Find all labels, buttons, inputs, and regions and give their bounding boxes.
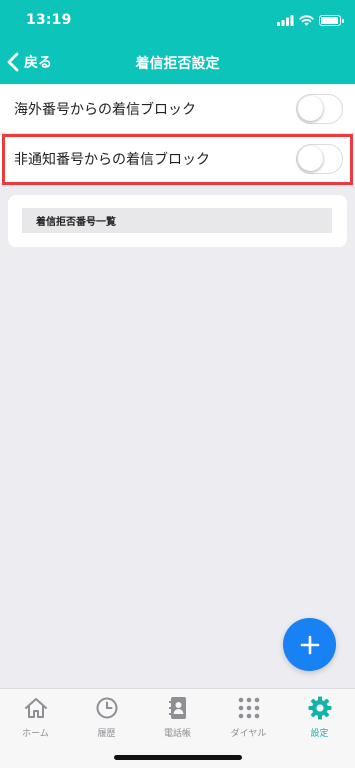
overseas-block-label: 海外番号からの着信ブロック — [14, 102, 196, 118]
gear-icon — [308, 696, 331, 720]
overseas-block-row: 海外番号からの着信ブロック — [0, 85, 355, 133]
wifi-icon — [299, 14, 314, 26]
overseas-block-toggle[interactable] — [296, 94, 343, 124]
tab-home[interactable]: ホーム — [0, 695, 71, 739]
blocked-numbers-header: 着信拒否番号一覧 — [22, 208, 332, 233]
add-button[interactable] — [283, 618, 336, 671]
signal-icon — [277, 14, 294, 26]
page-title: 着信拒否設定 — [135, 56, 220, 72]
dialpad-icon — [238, 697, 259, 719]
home-indicator — [114, 755, 242, 760]
tab-history-label: 履歴 — [97, 729, 116, 739]
anonymous-block-toggle[interactable] — [296, 144, 343, 174]
tab-settings-label: 設定 — [310, 729, 329, 739]
anonymous-block-label: 非通知番号からの着信ブロック — [14, 152, 210, 168]
tab-dial[interactable]: ダイヤル — [213, 695, 284, 739]
tab-settings[interactable]: 設定 — [284, 695, 355, 739]
call-block-settings-screen: 13:19 戻る 着信拒否設定 海外番号からの着信ブロック 非通知番号からの着信… — [0, 0, 355, 768]
home-icon — [24, 698, 47, 718]
tab-dial-label: ダイヤル — [230, 729, 267, 739]
top-bar: 13:19 戻る 着信拒否設定 — [0, 0, 355, 84]
tab-home-label: ホーム — [22, 729, 49, 739]
status-time: 13:19 — [26, 12, 72, 28]
plus-icon — [300, 635, 319, 654]
contacts-icon — [168, 697, 186, 719]
tab-history[interactable]: 履歴 — [71, 695, 142, 739]
blocked-numbers-card: 着信拒否番号一覧 — [8, 195, 347, 247]
battery-icon — [319, 14, 344, 26]
status-icons — [277, 14, 344, 26]
tab-contacts[interactable]: 電話帳 — [142, 695, 213, 739]
clock-icon — [96, 697, 117, 719]
tab-contacts-label: 電話帳 — [163, 729, 191, 739]
anonymous-block-row: 非通知番号からの着信ブロック — [0, 135, 355, 183]
